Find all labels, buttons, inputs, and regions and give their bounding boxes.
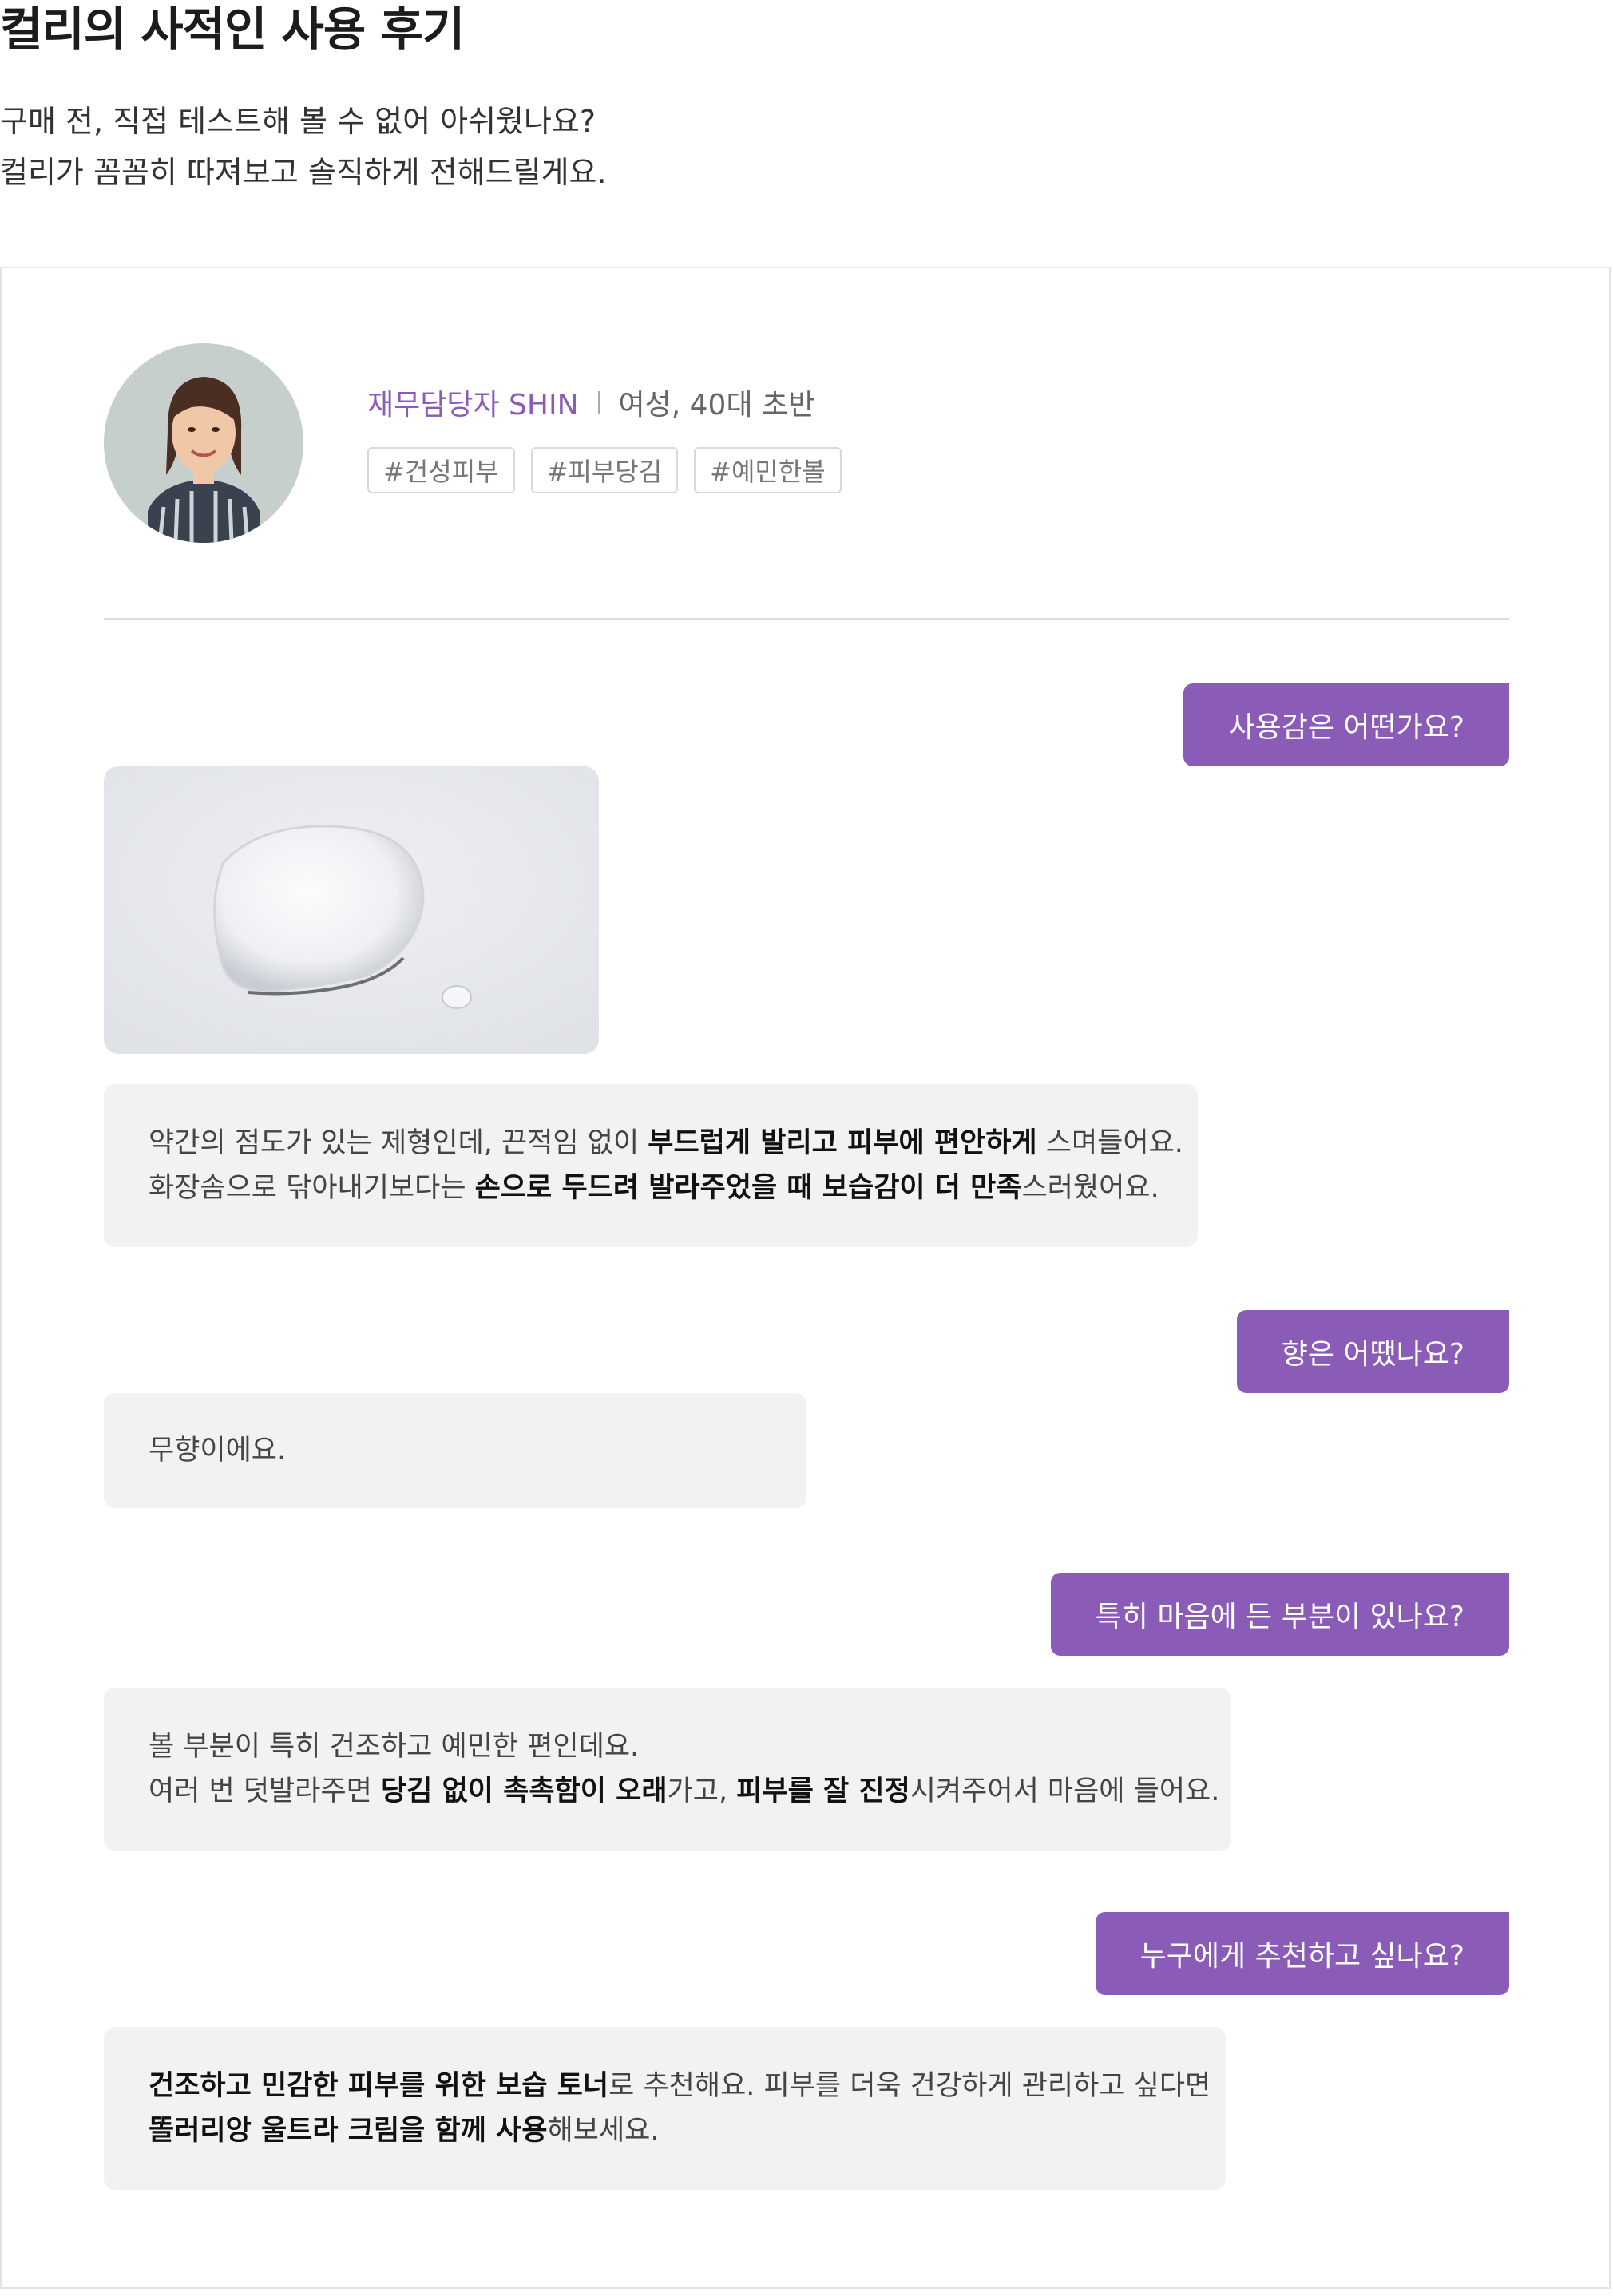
question-bubble: 누구에게 추천하고 싶나요? — [1095, 1912, 1509, 1995]
intro-line: 구매 전, 직접 테스트해 볼 수 없어 아쉬웠나요? — [0, 104, 596, 139]
answer-bubble: 건조하고 민감한 피부를 위한 보습 토너로 추천해요. 피부를 더욱 건강하게… — [104, 2027, 1226, 2190]
person-photo-icon — [104, 343, 303, 543]
text: 로 추천해요. 피부를 더욱 건강하게 관리하고 싶다면 — [608, 2070, 1211, 2102]
highlight-text: 건조하고 민감한 피부를 위한 보습 토너 — [149, 2070, 609, 2102]
separator — [597, 391, 600, 414]
answer-bubble: 볼 부분이 특히 건조하고 예민한 편인데요. 여러 번 덧발라주면 당김 없이… — [104, 1688, 1231, 1851]
text: 해보세요. — [547, 2115, 660, 2147]
reviewer-tags: #건성피부 #피부당김 #예민한볼 — [367, 447, 842, 493]
tag-dry-skin: #건성피부 — [367, 447, 515, 493]
reviewer-info: 재무담당자 SHIN 여성, 40대 초반 — [367, 382, 814, 423]
question-bubble: 향은 어땠나요? — [1236, 1310, 1509, 1393]
reviewer-name: 재무담당자 SHIN — [367, 389, 579, 422]
answer-line: 볼 부분이 특히 건조하고 예민한 편인데요. — [149, 1731, 640, 1763]
divider — [104, 618, 1509, 620]
reviewer-avatar — [104, 343, 303, 543]
text: 시켜주어서 마음에 들어요. — [910, 1775, 1220, 1807]
highlight-text: 똘러리앙 울트라 크림을 함께 사용 — [149, 2115, 548, 2147]
highlight-text: 손으로 두드려 발라주었을 때 보습감이 더 만족 — [474, 1172, 1022, 1204]
text: 약간의 점도가 있는 제형인데, 끈적임 없이 — [149, 1127, 648, 1159]
tag-tight-skin: #피부당김 — [530, 447, 679, 493]
text: 여러 번 덧발라주면 — [149, 1775, 381, 1807]
answer-line: 화장솜으로 닦아내기보다는 손으로 두드려 발라주었을 때 보습감이 더 만족스… — [149, 1166, 1159, 1210]
liquid-drop-icon — [104, 766, 599, 1054]
intro-text: 구매 전, 직접 테스트해 볼 수 없어 아쉬웠나요? 컬리가 꼼꼼히 따져보고… — [0, 96, 607, 198]
texture-image — [104, 766, 599, 1054]
text: 스러웠어요. — [1021, 1172, 1159, 1204]
text: 가고, — [667, 1775, 737, 1807]
intro-line: 컬리가 꼼꼼히 따져보고 솔직하게 전해드릴게요. — [0, 155, 607, 190]
highlight-text: 부드럽게 발리고 피부에 편안하게 — [648, 1127, 1037, 1159]
answer-line: 여러 번 덧발라주면 당김 없이 촉촉함이 오래가고, 피부를 잘 진정시켜주어… — [149, 1769, 1219, 1814]
reviewer-meta: 여성, 40대 초반 — [618, 389, 815, 422]
text: 화장솜으로 닦아내기보다는 — [149, 1172, 475, 1204]
text: 무향이에요. — [149, 1435, 287, 1467]
tag-sensitive-cheek: #예민한볼 — [694, 447, 842, 493]
answer-line: 약간의 점도가 있는 제형인데, 끈적임 없이 부드럽게 발리고 피부에 편안하… — [149, 1121, 1183, 1166]
answer-line: 건조하고 민감한 피부를 위한 보습 토너로 추천해요. 피부를 더욱 건강하게… — [149, 2064, 1211, 2108]
highlight-text: 피부를 잘 진정 — [736, 1775, 910, 1807]
answer-line: 똘러리앙 울트라 크림을 함께 사용해보세요. — [149, 2108, 1181, 2153]
question-bubble: 특히 마음에 든 부분이 있나요? — [1050, 1573, 1509, 1656]
page-title: 컬리의 사적인 사용 후기 — [0, 2, 465, 57]
question-bubble: 사용감은 어떤가요? — [1183, 683, 1509, 766]
answer-bubble: 무향이에요. — [104, 1393, 806, 1508]
answer-bubble: 약간의 점도가 있는 제형인데, 끈적임 없이 부드럽게 발리고 피부에 편안하… — [104, 1084, 1198, 1247]
highlight-text: 당김 없이 촉촉함이 오래 — [380, 1775, 668, 1807]
text: 스며들어요. — [1036, 1127, 1183, 1159]
